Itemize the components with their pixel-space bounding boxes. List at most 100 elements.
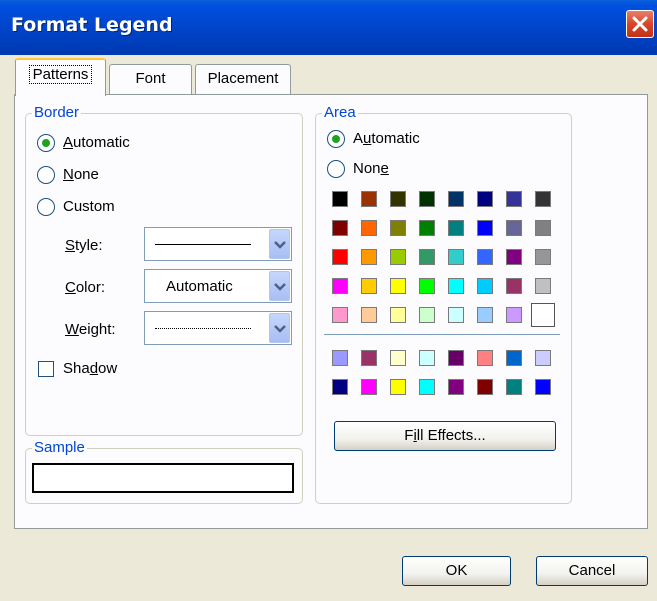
- color-swatch[interactable]: [332, 249, 348, 265]
- color-swatch[interactable]: [390, 220, 406, 236]
- border-group: Border Automatic None Custom Style: Colo…: [25, 104, 303, 436]
- color-swatch[interactable]: [390, 379, 406, 395]
- sample-legend: Sample: [32, 439, 87, 456]
- color-swatch[interactable]: [535, 278, 551, 294]
- color-swatch[interactable]: [535, 249, 551, 265]
- color-swatch[interactable]: [332, 191, 348, 207]
- color-swatch[interactable]: [506, 278, 522, 294]
- weight-line-sample: [155, 328, 251, 329]
- color-swatch[interactable]: [535, 220, 551, 236]
- sample-group: Sample: [25, 439, 303, 504]
- color-swatch[interactable]: [332, 220, 348, 236]
- border-automatic-label[interactable]: Automatic: [63, 134, 130, 151]
- chevron-down-icon: [274, 325, 286, 333]
- color-swatch[interactable]: [506, 249, 522, 265]
- color-swatch[interactable]: [419, 249, 435, 265]
- color-swatch[interactable]: [477, 307, 493, 323]
- color-swatch[interactable]: [361, 350, 377, 366]
- color-swatch[interactable]: [506, 307, 522, 323]
- border-none-label[interactable]: None: [63, 166, 99, 183]
- color-swatch[interactable]: [332, 379, 348, 395]
- weight-dropdown-arrow[interactable]: [269, 313, 290, 343]
- color-swatch[interactable]: [419, 350, 435, 366]
- color-swatch[interactable]: [361, 220, 377, 236]
- close-icon: [632, 16, 648, 32]
- color-swatch[interactable]: [477, 278, 493, 294]
- area-automatic-radio[interactable]: [327, 130, 345, 148]
- color-swatch[interactable]: [448, 350, 464, 366]
- tab-patterns[interactable]: Patterns: [15, 58, 106, 96]
- color-swatch[interactable]: [506, 220, 522, 236]
- style-label: Style:: [65, 237, 103, 254]
- border-automatic-radio[interactable]: [37, 134, 55, 152]
- chevron-down-icon: [274, 283, 286, 291]
- color-dropdown[interactable]: Automatic: [144, 269, 292, 303]
- color-swatch[interactable]: [419, 191, 435, 207]
- color-swatch[interactable]: [506, 191, 522, 207]
- tab-placement[interactable]: Placement: [195, 64, 291, 94]
- tab-font[interactable]: Font: [109, 64, 192, 94]
- color-swatch[interactable]: [506, 350, 522, 366]
- area-none-radio[interactable]: [327, 160, 345, 178]
- color-swatch[interactable]: [361, 191, 377, 207]
- color-swatch[interactable]: [477, 191, 493, 207]
- color-swatch[interactable]: [448, 220, 464, 236]
- color-swatch[interactable]: [390, 278, 406, 294]
- color-swatch[interactable]: [419, 220, 435, 236]
- tab-patterns-label: Patterns: [28, 65, 93, 84]
- color-swatch[interactable]: [477, 220, 493, 236]
- color-swatch[interactable]: [361, 307, 377, 323]
- color-swatch[interactable]: [332, 307, 348, 323]
- color-swatch[interactable]: [332, 350, 348, 366]
- color-swatch[interactable]: [448, 249, 464, 265]
- color-swatch[interactable]: [361, 278, 377, 294]
- shadow-label[interactable]: Shadow: [63, 360, 117, 377]
- color-swatch[interactable]: [535, 350, 551, 366]
- style-dropdown-arrow[interactable]: [269, 229, 290, 259]
- color-label: Color:: [65, 279, 106, 296]
- window-title: Format Legend: [11, 14, 173, 36]
- color-swatch[interactable]: [535, 191, 551, 207]
- color-swatch[interactable]: [419, 307, 435, 323]
- border-custom-radio[interactable]: [37, 198, 55, 216]
- area-none-label[interactable]: None: [353, 160, 389, 177]
- color-swatch[interactable]: [361, 249, 377, 265]
- color-swatch[interactable]: [448, 379, 464, 395]
- color-swatch[interactable]: [332, 278, 348, 294]
- color-swatch[interactable]: [535, 379, 551, 395]
- selected-color-swatch[interactable]: [532, 304, 554, 326]
- area-group: Area Automatic None Fill Effects...: [315, 104, 572, 504]
- weight-label: Weight:: [65, 321, 116, 338]
- cancel-button[interactable]: Cancel: [536, 556, 648, 586]
- color-swatch[interactable]: [390, 350, 406, 366]
- border-custom-label[interactable]: Custom: [63, 198, 115, 215]
- color-swatch[interactable]: [506, 379, 522, 395]
- color-swatch[interactable]: [477, 249, 493, 265]
- weight-dropdown[interactable]: [144, 311, 292, 345]
- color-swatch[interactable]: [448, 278, 464, 294]
- area-automatic-label[interactable]: Automatic: [353, 130, 420, 147]
- close-button[interactable]: [626, 10, 654, 38]
- color-swatch[interactable]: [419, 379, 435, 395]
- fill-effects-button[interactable]: Fill Effects...: [334, 421, 556, 451]
- color-swatch[interactable]: [361, 379, 377, 395]
- area-legend: Area: [322, 104, 358, 121]
- color-swatch[interactable]: [448, 191, 464, 207]
- palette-divider: [324, 334, 560, 335]
- chevron-down-icon: [274, 241, 286, 249]
- color-swatch[interactable]: [390, 307, 406, 323]
- border-none-radio[interactable]: [37, 166, 55, 184]
- color-swatch[interactable]: [390, 191, 406, 207]
- sample-preview: [32, 463, 294, 493]
- color-swatch[interactable]: [390, 249, 406, 265]
- shadow-checkbox[interactable]: [38, 361, 54, 377]
- tab-panel-patterns: Border Automatic None Custom Style: Colo…: [14, 94, 648, 529]
- ok-button[interactable]: OK: [402, 556, 511, 586]
- color-swatch[interactable]: [477, 379, 493, 395]
- color-swatch[interactable]: [419, 278, 435, 294]
- tab-placement-label: Placement: [207, 70, 279, 87]
- color-swatch[interactable]: [477, 350, 493, 366]
- color-dropdown-arrow[interactable]: [269, 271, 290, 301]
- color-swatch[interactable]: [448, 307, 464, 323]
- style-dropdown[interactable]: [144, 227, 292, 261]
